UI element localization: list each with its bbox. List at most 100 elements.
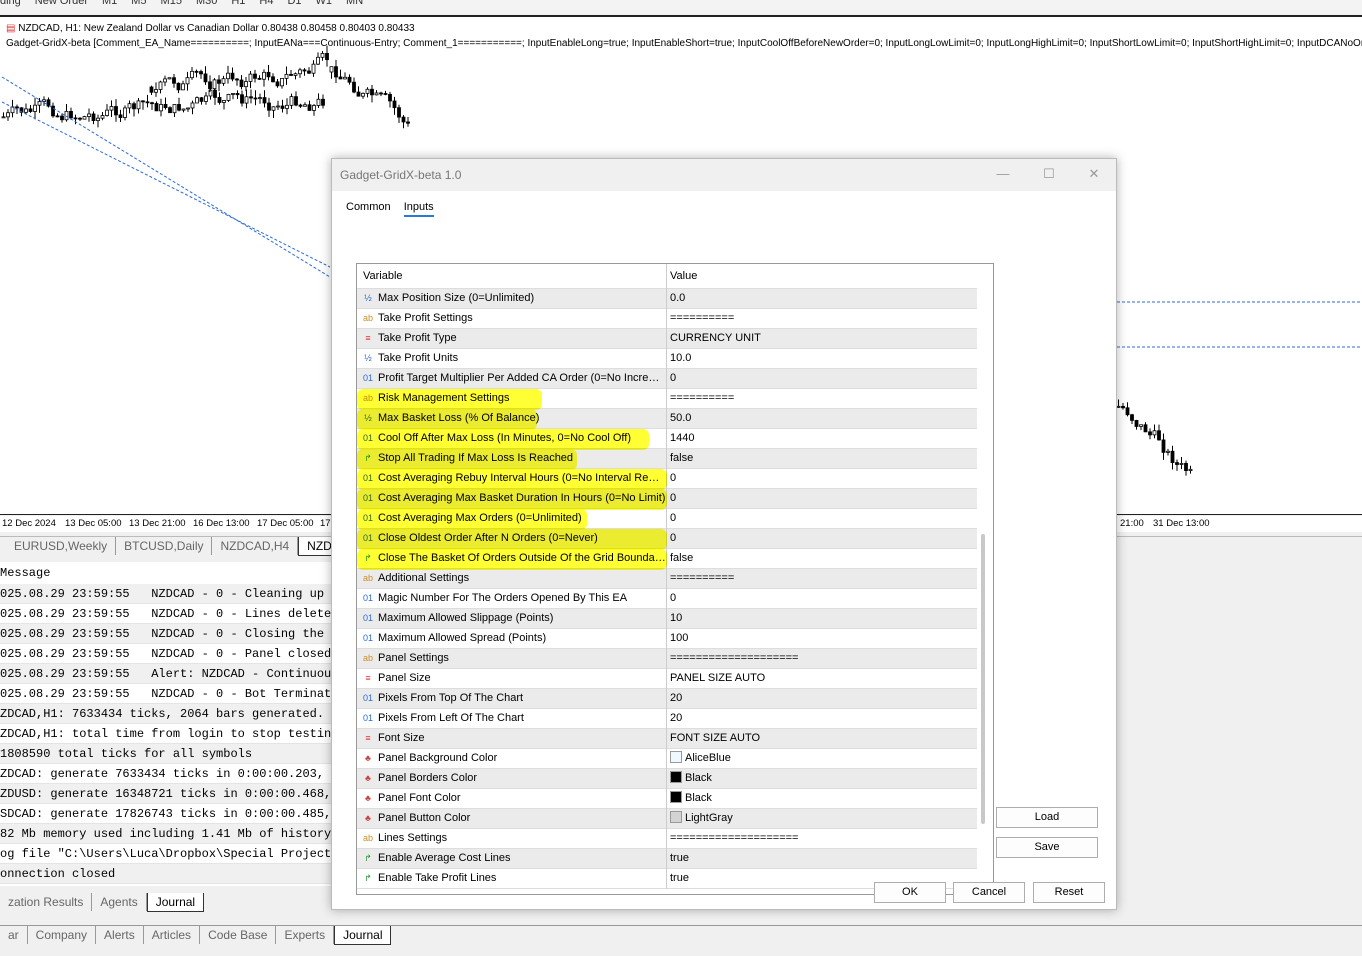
journal-log: Message 025.08.29 23:59:55 NZDCAD - 0 - … — [0, 562, 346, 886]
value-cell[interactable]: 0 — [666, 489, 977, 509]
toolbox-tab[interactable]: Alerts — [96, 926, 144, 944]
toolbar-item[interactable]: MN — [346, 0, 363, 7]
toolbox-tab[interactable]: Articles — [144, 926, 201, 944]
load-button[interactable]: Load — [996, 807, 1098, 828]
toolbar-item[interactable]: W1 — [316, 0, 333, 7]
candle-body — [253, 97, 258, 100]
value-cell[interactable]: 0 — [666, 509, 977, 529]
value-cell[interactable]: 50.0 — [666, 409, 977, 429]
toolbar-item[interactable]: ding — [0, 0, 21, 7]
table-row[interactable]: ♣ Panel Borders Color Black — [357, 769, 977, 789]
chart-tab[interactable]: NZDCAD,H4 — [212, 537, 299, 555]
value-cell[interactable]: CURRENCY UNIT — [666, 329, 977, 349]
candle-body — [280, 105, 285, 109]
table-row[interactable]: 01 Pixels From Left Of The Chart 20 — [357, 709, 977, 729]
value-cell[interactable]: 20 — [666, 709, 977, 729]
value-cell[interactable]: ==================== — [666, 649, 977, 669]
toolbox-tab[interactable]: Experts — [276, 926, 335, 944]
chart-tab[interactable]: BTCUSD,Daily — [116, 537, 213, 555]
toolbox-tab[interactable]: Journal — [334, 926, 392, 945]
table-row[interactable]: 01 Profit Target Multiplier Per Added CA … — [357, 369, 977, 389]
table-row[interactable]: ab Panel Settings ==================== — [357, 649, 977, 669]
table-row[interactable]: ↱ Enable Average Cost Lines true — [357, 849, 977, 869]
value-cell[interactable]: 10 — [666, 609, 977, 629]
column-header-value[interactable]: Value — [666, 264, 977, 289]
table-row[interactable]: ♣ Panel Font Color Black — [357, 789, 977, 809]
toolbar-item[interactable]: M30 — [196, 0, 217, 7]
value-cell[interactable]: ========== — [666, 389, 977, 409]
toolbox-tab[interactable]: Company — [28, 926, 97, 944]
chart-tab[interactable]: EURUSD,Weekly — [0, 537, 117, 555]
dialog-tabs: Common Inputs — [346, 201, 444, 217]
maximize-icon[interactable]: ☐ — [1042, 167, 1056, 181]
tester-tab[interactable]: zation Results — [0, 893, 93, 911]
table-row[interactable]: ≡ Font Size FONT SIZE AUTO — [357, 729, 977, 749]
value-cell[interactable]: false — [666, 549, 977, 569]
close-icon[interactable]: ✕ — [1087, 167, 1101, 181]
value-cell[interactable]: 0 — [666, 369, 977, 389]
table-row[interactable]: ½ Take Profit Units 10.0 — [357, 349, 977, 369]
variable-name: Panel Background Color — [378, 752, 498, 764]
value-cell[interactable]: 1440 — [666, 429, 977, 449]
value-cell[interactable]: PANEL SIZE AUTO — [666, 669, 977, 689]
value-cell[interactable]: 100 — [666, 629, 977, 649]
value-cell[interactable]: ========== — [666, 309, 977, 329]
cancel-button[interactable]: Cancel — [953, 882, 1025, 903]
tester-tab[interactable]: Journal — [146, 893, 205, 912]
value-cell[interactable]: 20 — [666, 689, 977, 709]
table-row[interactable]: ≡ Take Profit Type CURRENCY UNIT — [357, 329, 977, 349]
table-row[interactable]: ab Lines Settings ==================== — [357, 829, 977, 849]
value-cell[interactable]: 0 — [666, 589, 977, 609]
value-cell[interactable]: Black — [666, 769, 977, 789]
value-cell[interactable]: 0 — [666, 529, 977, 549]
table-row[interactable]: ab Additional Settings ========== — [357, 569, 977, 589]
tab-inputs[interactable]: Inputs — [403, 201, 434, 217]
toolbox-tab[interactable]: Code Base — [200, 926, 277, 944]
candle-body — [285, 104, 289, 109]
minimize-icon[interactable]: — — [996, 167, 1010, 181]
table-row[interactable]: 01 Magic Number For The Orders Opened By … — [357, 589, 977, 609]
highlighter-mark — [357, 549, 667, 570]
highlighter-mark — [357, 469, 667, 490]
value-cell[interactable]: 0 — [666, 469, 977, 489]
reset-button[interactable]: Reset — [1033, 882, 1105, 903]
value-cell[interactable]: Black — [666, 789, 977, 809]
toolbar-item[interactable]: M5 — [131, 0, 146, 7]
toolbox-tab[interactable]: ar — [0, 926, 28, 944]
table-row[interactable]: 01 Pixels From Top Of The Chart 20 — [357, 689, 977, 709]
tab-common[interactable]: Common — [346, 201, 391, 215]
ok-button[interactable]: OK — [874, 882, 946, 903]
toolbar-item[interactable]: D1 — [287, 0, 301, 7]
toolbar-item[interactable]: M15 — [161, 0, 182, 7]
value-cell[interactable]: ========== — [666, 569, 977, 589]
variable-name: Profit Target Multiplier Per Added CA Or… — [378, 372, 660, 384]
value-text: false — [670, 552, 694, 564]
value-cell[interactable]: AliceBlue — [666, 749, 977, 769]
value-cell[interactable]: 0.0 — [666, 289, 977, 309]
toolbar-item[interactable]: H4 — [259, 0, 273, 7]
highlighter-mark — [357, 529, 667, 550]
table-scrollbar[interactable] — [981, 534, 985, 824]
table-row[interactable]: ab Take Profit Settings ========== — [357, 309, 977, 329]
value-cell[interactable]: true — [666, 849, 977, 869]
table-row[interactable]: ♣ Panel Background Color AliceBlue — [357, 749, 977, 769]
table-row[interactable]: 01 Maximum Allowed Spread (Points) 100 — [357, 629, 977, 649]
toolbar-item[interactable]: H1 — [231, 0, 245, 7]
value-cell[interactable]: 10.0 — [666, 349, 977, 369]
value-cell[interactable]: FONT SIZE AUTO — [666, 729, 977, 749]
toolbar-item[interactable]: M1 — [102, 0, 117, 7]
toolbar-item[interactable]: New Order — [35, 0, 88, 7]
table-row[interactable]: ½ Max Position Size (0=Unlimited) 0.0 — [357, 289, 977, 309]
value-cell[interactable]: LightGray — [666, 809, 977, 829]
candle-body — [64, 110, 69, 121]
table-row[interactable]: ≡ Panel Size PANEL SIZE AUTO — [357, 669, 977, 689]
candle-body — [181, 83, 185, 91]
tester-tab[interactable]: Agents — [92, 893, 147, 911]
table-row[interactable]: 01 Maximum Allowed Slippage (Points) 10 — [357, 609, 977, 629]
save-button[interactable]: Save — [996, 837, 1098, 858]
value-cell[interactable]: false — [666, 449, 977, 469]
column-header-variable[interactable]: Variable — [357, 264, 666, 289]
table-row[interactable]: ♣ Panel Button Color LightGray — [357, 809, 977, 829]
toolbox-tabs: ar Company Alerts Articles Code Base Experts J… — [0, 925, 1362, 945]
value-cell[interactable]: ==================== — [666, 829, 977, 849]
